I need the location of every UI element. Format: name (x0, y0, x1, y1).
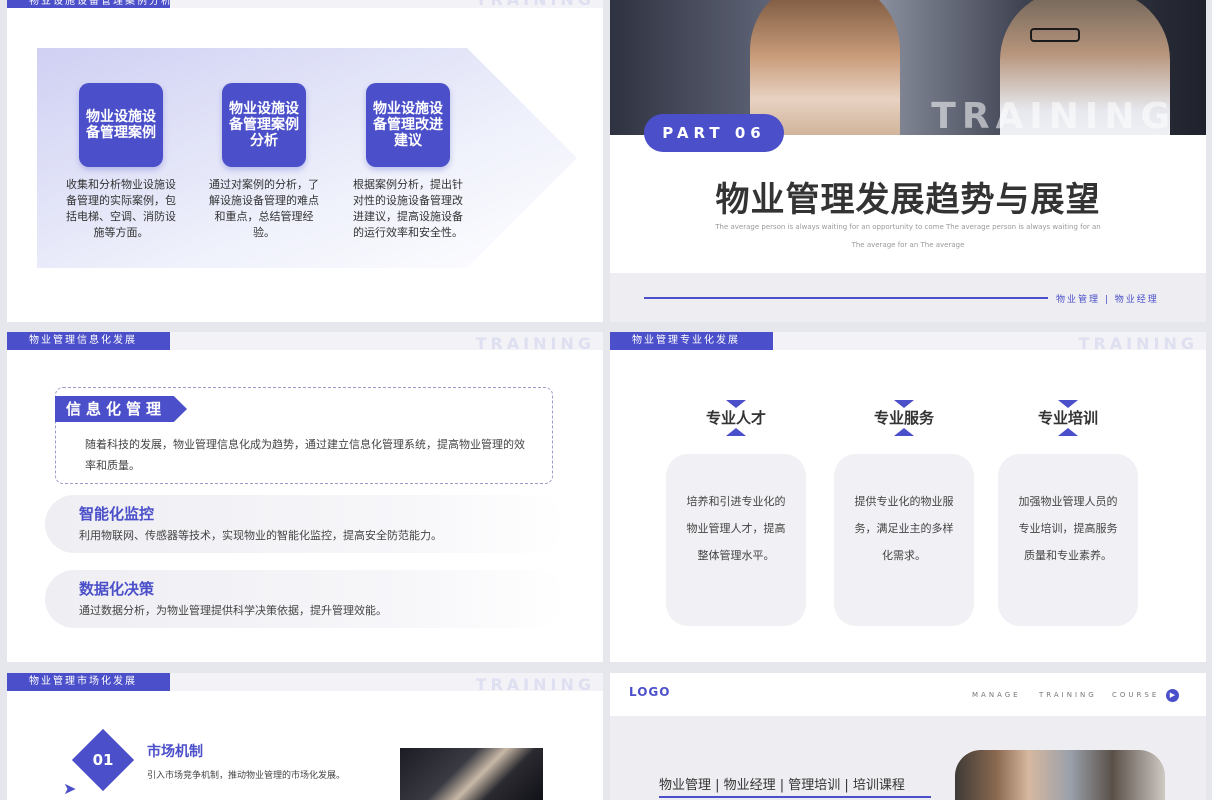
header-watermark: TRAINING (475, 675, 595, 694)
chevron-down-icon (894, 400, 914, 408)
column-title: 专业服务 (873, 409, 934, 427)
list-item-title: 智能化监控 (79, 505, 155, 523)
info-card-tag: 信息化管理 (55, 396, 187, 422)
pro-column-2: 专业服务 提供专业化的物业服务，满足业主的多样化需求。 (834, 400, 974, 626)
header-watermark: TRAINING (1078, 334, 1198, 353)
item-number: 01 (92, 751, 114, 769)
column-title: 专业人才 (705, 409, 766, 427)
list-item: 智能化监控 利用物联网、传感器等技术，实现物业的智能化监控，提高安全防范能力。 (45, 495, 565, 553)
chevron-down-icon (1058, 400, 1078, 408)
chevron-up-icon (1058, 428, 1078, 436)
info-card-text: 随着科技的发展，物业管理信息化成为趋势，通过建立信息化管理系统，提高物业管理的效… (85, 438, 525, 472)
footer-line (644, 297, 1048, 299)
column-card: 培养和引进专业化的物业管理人才，提高整体管理水平。 (666, 454, 806, 626)
footer-band: 物业管理 | 物业经理 (610, 273, 1206, 322)
case-item-3: 物业设施设备管理改进建议 根据案例分析，提出针对性的设施设备管理改进建议，提高设… (353, 83, 463, 241)
slide-case-analysis[interactable]: 物业设施设备管理案例分析 TRAINING 物业设施设备管理案例 收集和分析物业… (7, 0, 603, 322)
pro-column-3: 专业培训 加强物业管理人员的专业培训，提高服务质量和专业素养。 (998, 400, 1138, 626)
photo-watermark: TRAINING (931, 96, 1176, 135)
footer-links: 物业管理 | 物业经理 (1056, 295, 1159, 305)
header-tag: 物业设施设备管理案例分析 (7, 0, 170, 8)
column-title: 专业培训 (1037, 409, 1098, 427)
item-title: 市场机制 (147, 744, 203, 760)
header-watermark: TRAINING (475, 334, 595, 353)
list-item-text: 利用物联网、传感器等技术，实现物业的智能化监控，提高安全防范能力。 (79, 529, 442, 542)
chevron-up-icon (726, 428, 746, 436)
logo: LOGO (629, 685, 671, 699)
nav-item-course[interactable]: COURSE (1112, 691, 1159, 699)
column-card: 提供专业化的物业服务，满足业主的多样化需求。 (834, 454, 974, 626)
arrow-right-icon[interactable]: ▶ (1166, 689, 1179, 702)
header-tag: 物业管理信息化发展 (7, 332, 170, 350)
case-description: 通过对案例的分析，了解设施设备管理的难点和重点，总结管理经验。 (209, 178, 319, 239)
topic-underline (659, 796, 931, 798)
slide-chapter-cover[interactable]: TRAINING PART 06 物业管理发展趋势与展望 The average… (610, 0, 1206, 322)
slide-closing[interactable]: LOGO MANAGE TRAINING COURSE ▶ 物业管理 | 物业经… (610, 673, 1206, 800)
header-tag: 物业管理专业化发展 (610, 332, 773, 350)
list-item: 数据化决策 通过数据分析，为物业管理提供科学决策依据，提升管理效能。 (45, 570, 565, 628)
pro-column-1: 专业人才 培养和引进专业化的物业管理人才，提高整体管理水平。 (666, 400, 806, 626)
slide-informatization[interactable]: 物业管理信息化发展 TRAINING 信息化管理 随着科技的发展，物业管理信息化… (7, 332, 603, 662)
part-label: PART 06 (644, 114, 784, 152)
subtitle-line-2: The average for an The average (851, 241, 965, 249)
case-description: 根据案例分析，提出针对性的设施设备管理改进建议，提高设施设备的运行效率和安全性。 (353, 178, 463, 239)
case-item-1: 物业设施设备管理案例 收集和分析物业设施设备管理的实际案例，包括电梯、空调、消防… (66, 83, 176, 241)
slide-marketization[interactable]: 物业管理市场化发展 TRAINING 01 ➤ 市场机制 引入市场竞争机制，推动… (7, 673, 603, 800)
case-description: 收集和分析物业设施设备管理的实际案例，包括电梯、空调、消防设施等方面。 (66, 178, 176, 239)
topic-links: 物业管理 | 物业经理 | 管理培训 | 培训课程 (659, 778, 905, 793)
nav-item-manage[interactable]: MANAGE (972, 691, 1021, 699)
list-item-title: 数据化决策 (79, 580, 155, 598)
item-text: 引入市场竞争机制，推动物业管理的市场化发展。 (147, 771, 346, 781)
chapter-title: 物业管理发展趋势与展望 (715, 180, 1101, 220)
case-title-box: 物业设施设备管理案例分析 (222, 83, 306, 167)
header-watermark: TRAINING (476, 0, 595, 9)
case-title-box: 物业设施设备管理改进建议 (366, 83, 450, 167)
nav-item-training[interactable]: TRAINING (1039, 691, 1097, 699)
people-photo (955, 750, 1165, 800)
chevron-down-icon (726, 400, 746, 408)
glasses-shape (1030, 28, 1080, 42)
pen-photo (400, 748, 543, 800)
list-item-text: 通过数据分析，为物业管理提供科学决策依据，提升管理效能。 (79, 604, 387, 617)
paper-plane-icon: ➤ (63, 779, 77, 798)
chevron-up-icon (894, 428, 914, 436)
slide-professionalization[interactable]: 物业管理专业化发展 TRAINING 专业人才 培养和引进专业化的物业管理人才，… (610, 332, 1206, 662)
column-card: 加强物业管理人员的专业培训，提高服务质量和专业素养。 (998, 454, 1138, 626)
case-title-box: 物业设施设备管理案例 (79, 83, 163, 167)
case-item-2: 物业设施设备管理案例分析 通过对案例的分析，了解设施设备管理的难点和重点，总结管… (209, 83, 319, 241)
subtitle-line-1: The average person is always waiting for… (715, 223, 1101, 231)
header-tag: 物业管理市场化发展 (7, 673, 170, 691)
